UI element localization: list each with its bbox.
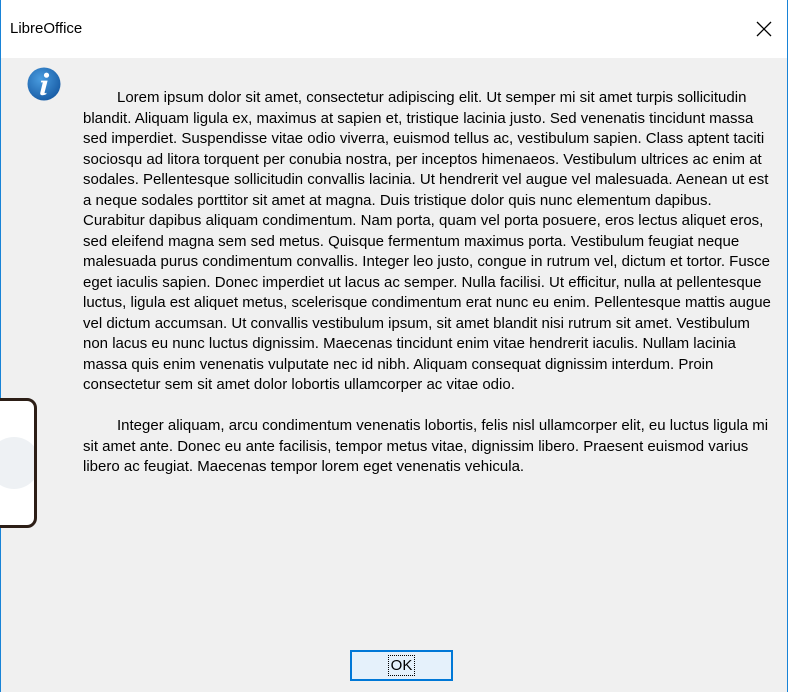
- window-title: LibreOffice: [10, 20, 83, 37]
- close-icon: [756, 21, 772, 37]
- message-paragraph-2: Integer aliquam, arcu condimentum venena…: [83, 417, 769, 475]
- message-dialog: LibreOffice Lorem ipsum dolor sit amet, …: [0, 0, 788, 692]
- close-button[interactable]: [741, 0, 787, 58]
- background-window-fragment: [0, 398, 37, 528]
- ok-button-label: OK: [387, 655, 416, 676]
- title-bar[interactable]: LibreOffice: [1, 0, 787, 58]
- message-text: Lorem ipsum dolor sit amet, consectetur …: [83, 88, 775, 478]
- background-circle: [0, 437, 34, 489]
- ok-button[interactable]: OK: [350, 650, 453, 681]
- info-icon: [27, 67, 61, 101]
- message-paragraph-1: Lorem ipsum dolor sit amet, consectetur …: [83, 89, 771, 393]
